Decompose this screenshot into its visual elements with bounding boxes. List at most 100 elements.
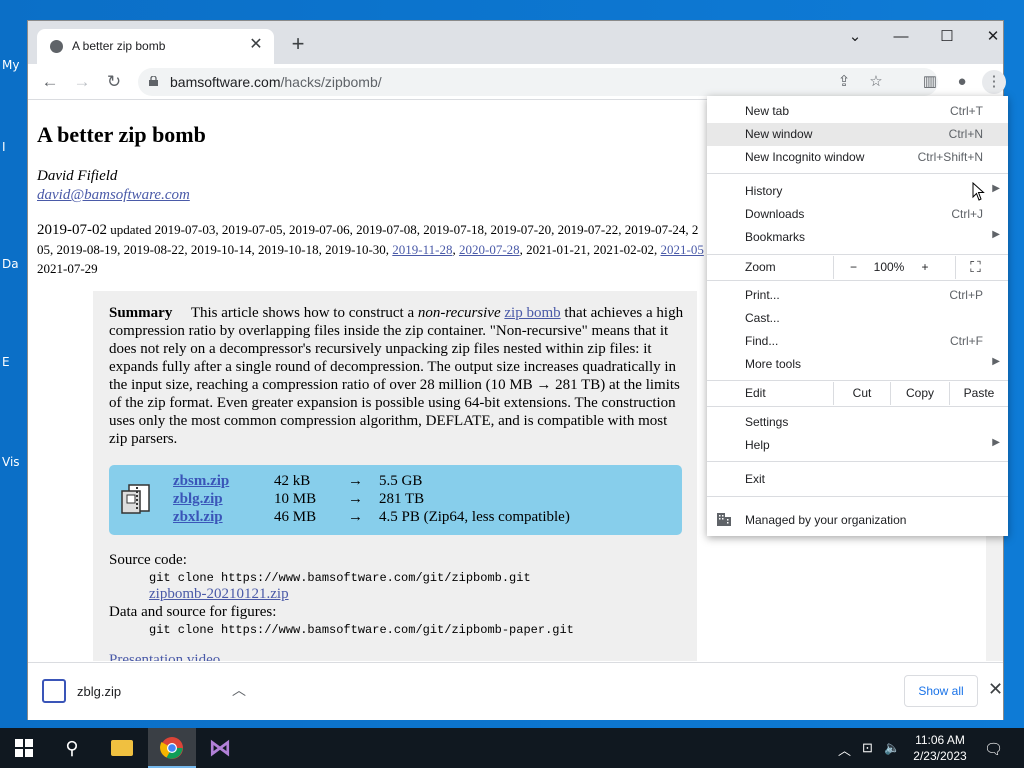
copy-button[interactable]: Copy bbox=[890, 382, 949, 405]
chevron-up-icon[interactable]: ︿ bbox=[838, 740, 851, 759]
submenu-arrow-icon: ▶ bbox=[992, 183, 1000, 194]
notifications-icon[interactable]: 🗨 bbox=[984, 740, 1003, 758]
menu-item-more-tools[interactable]: More tools ▶ bbox=[707, 353, 1008, 376]
chevron-up-icon[interactable]: ︿ bbox=[232, 680, 246, 700]
menu-separator bbox=[707, 406, 1008, 407]
windows-logo-icon bbox=[15, 739, 33, 757]
file-link[interactable]: zbsm.zip bbox=[173, 473, 229, 490]
back-icon[interactable]: ← bbox=[38, 70, 62, 94]
zoom-out-button[interactable]: − bbox=[833, 256, 873, 279]
page-title: A better zip bomb bbox=[37, 122, 206, 147]
tab-active[interactable]: A better zip bomb ✕ bbox=[37, 29, 274, 64]
menu-item-cast[interactable]: Cast... bbox=[707, 307, 1008, 330]
date-link[interactable]: 2021-05 bbox=[660, 242, 703, 257]
menu-item-exit[interactable]: Exit bbox=[707, 468, 1008, 491]
menu-separator bbox=[707, 173, 1008, 174]
paste-button[interactable]: Paste bbox=[949, 382, 1008, 405]
desktop-icon-label[interactable]: I bbox=[2, 140, 6, 154]
menu-separator bbox=[707, 280, 1008, 281]
menu-kebab-icon[interactable]: ⋮ bbox=[982, 70, 1006, 94]
desktop-icon-label[interactable]: Vis bbox=[2, 455, 20, 469]
search-icon[interactable]: ⚲ bbox=[48, 728, 96, 768]
menu-item-zoom: Zoom − 100% + ⛶ bbox=[707, 256, 1008, 279]
desktop-icon-label[interactable]: E bbox=[2, 355, 10, 369]
file-link[interactable]: zbxl.zip bbox=[173, 509, 223, 526]
zoom-in-button[interactable]: + bbox=[907, 256, 943, 279]
mouse-cursor-icon bbox=[972, 182, 985, 201]
menu-item-help[interactable]: Help ▶ bbox=[707, 434, 1008, 457]
author-name: David Fifield bbox=[37, 168, 118, 184]
tab-strip: A better zip bomb ✕ + ⌄ — ☐ ✕ bbox=[28, 21, 1003, 64]
menu-item-history[interactable]: History ▶ bbox=[707, 180, 1008, 203]
start-button[interactable] bbox=[0, 728, 48, 768]
taskbar: ⚲ ⋈ ︿ ⊡ 🔈 11:06 AM 2/23/2023 🗨 bbox=[0, 728, 1024, 768]
close-download-bar-icon[interactable]: ✕ bbox=[988, 679, 1003, 700]
toolbar: ← → ↻ bamsoftware.com/hacks/zipbomb/ ⇪ ☆… bbox=[28, 64, 1006, 100]
date-link[interactable]: 2020-07-28 bbox=[459, 242, 520, 257]
menu-item-new-window[interactable]: New window Ctrl+N bbox=[707, 123, 1008, 146]
menu-separator bbox=[707, 254, 1008, 255]
zip-archive-icon bbox=[121, 484, 150, 514]
zoom-level: 100% bbox=[873, 260, 905, 274]
download-filename: zblg.zip bbox=[77, 684, 122, 699]
url-text[interactable]: bamsoftware.com/hacks/zipbomb/ bbox=[170, 74, 382, 90]
share-icon[interactable]: ⇪ bbox=[832, 70, 856, 94]
menu-item-print[interactable]: Print... Ctrl+P bbox=[707, 284, 1008, 307]
close-window-button[interactable]: ✕ bbox=[970, 25, 1016, 49]
building-icon bbox=[717, 513, 731, 526]
menu-item-settings[interactable]: Settings bbox=[707, 411, 1008, 434]
menu-separator bbox=[707, 380, 1008, 381]
volume-icon[interactable]: 🔈 bbox=[884, 740, 900, 756]
globe-icon bbox=[50, 40, 63, 53]
summary-box: Summary This article shows how to constr… bbox=[93, 291, 697, 661]
file-link[interactable]: zblg.zip bbox=[173, 491, 223, 508]
forward-icon[interactable]: → bbox=[70, 70, 94, 94]
side-panel-icon[interactable]: ▥ bbox=[918, 70, 942, 94]
network-icon[interactable]: ⊡ bbox=[862, 740, 873, 756]
lock-icon[interactable] bbox=[149, 76, 158, 86]
new-tab-button[interactable]: + bbox=[286, 33, 310, 57]
fullscreen-icon[interactable]: ⛶ bbox=[955, 256, 995, 279]
chrome-icon[interactable] bbox=[148, 728, 196, 768]
cut-button[interactable]: Cut bbox=[833, 382, 890, 405]
download-item[interactable]: zblg.zip ︿ bbox=[42, 675, 262, 709]
author-email-link[interactable]: david@bamsoftware.com bbox=[37, 187, 190, 204]
desktop-icon-label[interactable]: My bbox=[2, 58, 19, 72]
close-tab-icon[interactable]: ✕ bbox=[246, 35, 266, 55]
menu-item-bookmarks[interactable]: Bookmarks ▶ bbox=[707, 226, 1008, 249]
source-command: git clone https://www.bamsoftware.com/gi… bbox=[149, 571, 531, 585]
zip-file-icon bbox=[42, 679, 66, 703]
chrome-menu: New tab Ctrl+T New window Ctrl+N New Incog… bbox=[707, 96, 1008, 536]
maximize-button[interactable]: ☐ bbox=[924, 25, 970, 49]
star-icon[interactable]: ☆ bbox=[864, 70, 888, 94]
reload-icon[interactable]: ↻ bbox=[102, 70, 126, 94]
address-bar[interactable]: bamsoftware.com/hacks/zipbomb/ ⇪ ☆ bbox=[138, 68, 938, 96]
submenu-arrow-icon: ▶ bbox=[992, 229, 1000, 240]
menu-item-new-tab[interactable]: New tab Ctrl+T bbox=[707, 100, 1008, 123]
source-zip-link[interactable]: zipbomb-20210121.zip bbox=[149, 586, 289, 603]
update-dates: 2019-07-02 updated 2019-07-03, 2019-07-0… bbox=[37, 222, 704, 276]
presentation-link[interactable]: Presentation video bbox=[109, 652, 220, 661]
menu-item-find[interactable]: Find... Ctrl+F bbox=[707, 330, 1008, 353]
managed-by-org[interactable]: Managed by your organization bbox=[707, 504, 1008, 536]
zip-bomb-link[interactable]: zip bomb bbox=[504, 305, 560, 321]
clock[interactable]: 11:06 AM 2/23/2023 bbox=[904, 732, 976, 764]
minimize-button[interactable]: — bbox=[878, 25, 924, 49]
date-link[interactable]: 2019-11-28 bbox=[392, 242, 452, 257]
desktop-icon-label[interactable]: Da bbox=[2, 257, 19, 271]
menu-item-downloads[interactable]: Downloads Ctrl+J bbox=[707, 203, 1008, 226]
menu-item-incognito[interactable]: New Incognito window Ctrl+Shift+N bbox=[707, 146, 1008, 169]
tab-search-icon[interactable]: ⌄ bbox=[832, 25, 878, 49]
data-label: Data and source for figures: bbox=[109, 604, 277, 620]
menu-separator bbox=[707, 496, 1008, 497]
submenu-arrow-icon: ▶ bbox=[992, 356, 1000, 367]
submenu-arrow-icon: ▶ bbox=[992, 437, 1000, 448]
file-explorer-icon[interactable] bbox=[98, 728, 146, 768]
menu-separator bbox=[707, 461, 1008, 462]
profile-icon[interactable]: ● bbox=[950, 70, 974, 94]
data-command: git clone https://www.bamsoftware.com/gi… bbox=[149, 623, 574, 637]
menu-item-edit: Edit Cut Copy Paste bbox=[707, 382, 1008, 405]
show-all-button[interactable]: Show all bbox=[904, 675, 978, 707]
download-bar: zblg.zip ︿ Show all ✕ bbox=[28, 662, 1003, 720]
visual-studio-icon[interactable]: ⋈ bbox=[196, 728, 244, 768]
